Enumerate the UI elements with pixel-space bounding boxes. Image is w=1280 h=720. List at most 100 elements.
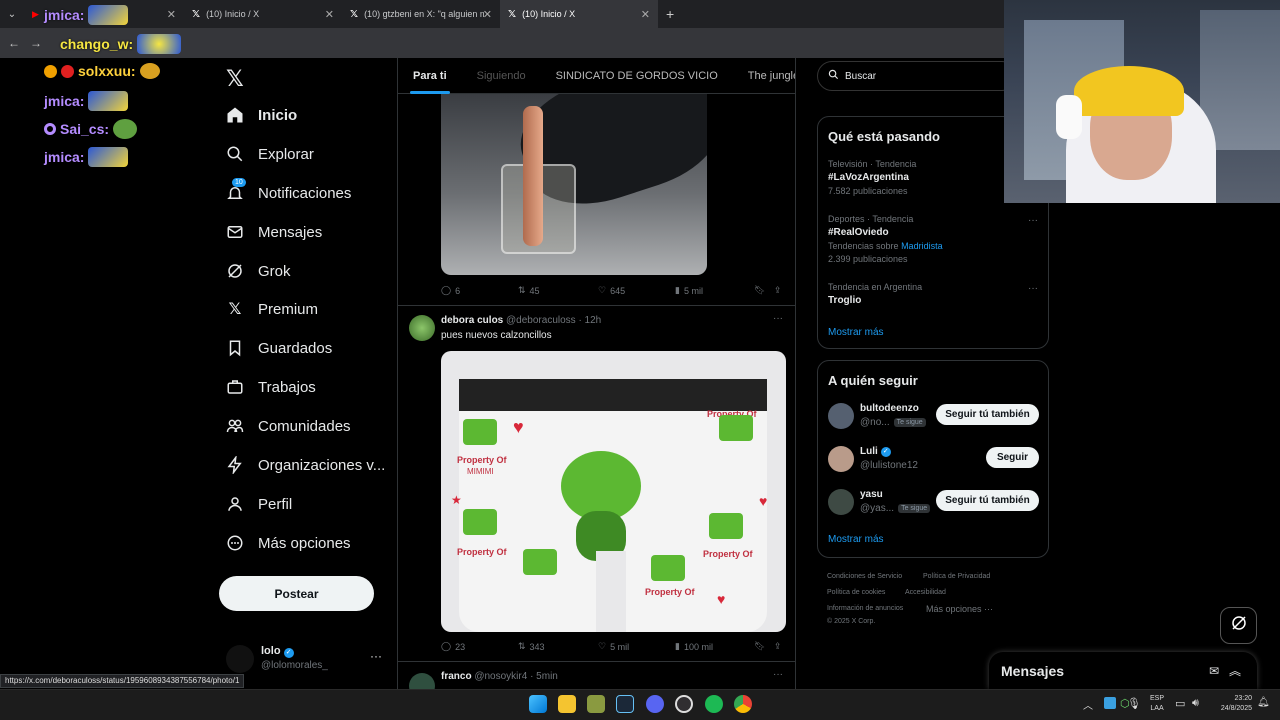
like-button[interactable]: ♡ 5 mil <box>598 641 629 652</box>
trend-item[interactable]: Tendencia en Argentina Troglio <box>828 282 922 306</box>
tab-siguiendo[interactable]: Siguiendo <box>462 58 541 94</box>
user-name[interactable]: yasu <box>860 489 883 500</box>
grok-floating-button[interactable] <box>1220 607 1257 644</box>
tray-app-icon[interactable] <box>1104 697 1116 709</box>
file-explorer-icon[interactable] <box>558 695 576 713</box>
chrome-icon[interactable] <box>734 695 752 713</box>
browser-tab-2[interactable]: 𝕏 (10) Inicio / X ✕ <box>184 0 342 28</box>
more-options-icon[interactable]: ··· <box>370 649 382 663</box>
app-icon[interactable] <box>587 695 605 713</box>
author-handle[interactable]: @nosoykir4 <box>474 671 527 682</box>
repost-button[interactable]: ⇅ 343 <box>518 641 545 652</box>
follow-button[interactable]: Seguir <box>986 447 1039 468</box>
user-name[interactable]: bultodeenzo <box>860 403 919 414</box>
footer-link-terms[interactable]: Condiciones de Servicio <box>827 573 902 580</box>
more-options-icon[interactable]: ··· <box>1028 283 1038 294</box>
share-button[interactable]: ⇪ <box>774 641 782 652</box>
views-button[interactable]: ▮ 100 mil <box>675 641 713 652</box>
microphone-icon[interactable]: 🎙︎ <box>1127 697 1141 710</box>
more-options-icon[interactable]: ··· <box>773 313 783 324</box>
post-1[interactable]: ◯ 6 ⇅ 45 ♡ 645 ▮ 5 mil 🔖︎ ⇪ <box>398 94 795 306</box>
account-switcher[interactable]: lolo ✓ @lolomorales_ ··· <box>226 643 384 675</box>
sidebar-item-grok[interactable]: Grok <box>226 262 291 280</box>
obs-icon[interactable] <box>675 695 693 713</box>
follow-button[interactable]: Seguir tú también <box>936 404 1039 425</box>
author-handle[interactable]: @deboraculoss <box>506 315 576 326</box>
sidebar-item-guardados[interactable]: Guardados <box>226 339 332 357</box>
browser-tab-4[interactable]: 𝕏 (10) Inicio / X ✕ <box>500 0 658 28</box>
expand-icon[interactable]: ︽ <box>1229 662 1241 679</box>
close-icon[interactable]: ✕ <box>325 8 334 21</box>
browser-tab-3[interactable]: 𝕏 (10) gtzbeni en X: "q alguien m ✕ <box>342 0 500 28</box>
avatar[interactable] <box>828 446 854 472</box>
post-time[interactable]: · 5min <box>530 671 558 682</box>
network-icon[interactable]: ▭ <box>1175 697 1185 710</box>
x-logo-icon[interactable]: 𝕏 <box>226 66 244 92</box>
sidebar-item-mas-opciones[interactable]: Más opciones <box>226 534 351 552</box>
back-icon[interactable]: ← <box>8 36 20 50</box>
steam-icon[interactable] <box>616 695 634 713</box>
footer-link-privacy[interactable]: Política de Privacidad <box>923 573 990 580</box>
sidebar-item-mensajes[interactable]: Mensajes <box>226 223 322 241</box>
post-image[interactable]: Property Of MIMIMI Property Of Property … <box>441 351 786 632</box>
notification-bell-icon[interactable]: 🔔︎ <box>1257 697 1270 708</box>
avatar[interactable] <box>409 315 435 341</box>
views-button[interactable]: ▮ 5 mil <box>675 285 703 296</box>
post-2[interactable]: debora culos @deboraculoss · 12h ··· pue… <box>398 307 795 662</box>
repost-button[interactable]: ⇅ 45 <box>518 285 540 296</box>
tab-list-dropdown[interactable]: ⌄ <box>0 9 24 20</box>
avatar[interactable] <box>828 489 854 515</box>
close-icon[interactable]: ✕ <box>167 8 176 21</box>
forward-icon[interactable]: → <box>30 36 42 50</box>
trend-item[interactable]: Televisión · Tendencia #LaVozArgentina 7… <box>828 159 916 196</box>
reply-button[interactable]: ◯ 23 <box>441 641 465 652</box>
post-button[interactable]: Postear <box>219 576 374 611</box>
clock[interactable]: 23:20 24/8/2025 <box>1212 694 1252 714</box>
language-indicator[interactable]: ESP LAA <box>1150 694 1164 714</box>
footer-link-ads[interactable]: Información de anuncios <box>827 605 903 612</box>
trend-item[interactable]: Deportes · Tendencia #RealOviedo Tendenc… <box>828 214 943 264</box>
user-name[interactable]: Luli <box>860 446 878 457</box>
spotify-icon[interactable] <box>705 695 723 713</box>
sidebar-item-inicio[interactable]: Inicio <box>226 106 297 124</box>
post-image[interactable] <box>441 94 707 275</box>
sidebar-item-perfil[interactable]: Perfil <box>226 495 292 513</box>
post-time[interactable]: · 12h <box>578 315 601 326</box>
new-message-icon[interactable]: ✉ <box>1209 664 1219 678</box>
windows-start-icon[interactable] <box>529 695 547 713</box>
close-icon[interactable]: ✕ <box>641 8 650 21</box>
discord-icon[interactable] <box>646 695 664 713</box>
more-options-icon[interactable]: ··· <box>1028 215 1038 226</box>
messages-drawer[interactable]: Mensajes ✉ ︽ <box>989 652 1257 689</box>
sidebar-item-trabajos[interactable]: Trabajos <box>226 378 316 396</box>
like-button[interactable]: ♡ 645 <box>598 285 625 296</box>
reply-button[interactable]: ◯ 6 <box>441 285 460 296</box>
author-name[interactable]: franco <box>441 671 472 682</box>
trend-link[interactable]: Madridista <box>901 241 943 251</box>
search-input[interactable]: Buscar <box>845 71 876 82</box>
sidebar-item-organizaciones[interactable]: Organizaciones v... <box>226 456 385 474</box>
tab-sindicato[interactable]: SINDICATO DE GORDOS VICIO <box>541 58 733 94</box>
tray-chevron-icon[interactable]: ︿ <box>1083 697 1093 712</box>
share-button[interactable]: ⇪ <box>774 285 782 296</box>
footer-link-more[interactable]: Más opciones ··· <box>926 604 993 614</box>
footer-link-cookies[interactable]: Política de cookies <box>827 589 885 596</box>
tab-para-ti[interactable]: Para ti <box>398 58 462 94</box>
sidebar-item-notificaciones[interactable]: 10 Notificaciones <box>226 178 351 202</box>
show-more-link[interactable]: Mostrar más <box>828 534 884 545</box>
bookmark-button[interactable]: 🔖︎ <box>754 641 765 652</box>
bookmark-button[interactable]: 🔖︎ <box>754 285 765 296</box>
new-tab-button[interactable]: + <box>666 6 674 22</box>
avatar[interactable] <box>828 403 854 429</box>
search-bar[interactable]: Buscar <box>817 61 1017 91</box>
footer-link-accessibility[interactable]: Accesibilidad <box>905 589 946 596</box>
tab-the-jungle[interactable]: The jungle <box>733 58 795 94</box>
follow-button[interactable]: Seguir tú también <box>936 490 1039 511</box>
more-options-icon[interactable]: ··· <box>773 669 783 680</box>
show-more-link[interactable]: Mostrar más <box>828 327 884 338</box>
sidebar-item-explorar[interactable]: Explorar <box>226 145 314 163</box>
close-icon[interactable]: ✕ <box>483 8 492 21</box>
sidebar-item-premium[interactable]: 𝕏 Premium <box>226 300 318 319</box>
volume-icon[interactable]: 🔊︎ <box>1192 697 1199 710</box>
sidebar-item-comunidades[interactable]: Comunidades <box>226 417 351 435</box>
